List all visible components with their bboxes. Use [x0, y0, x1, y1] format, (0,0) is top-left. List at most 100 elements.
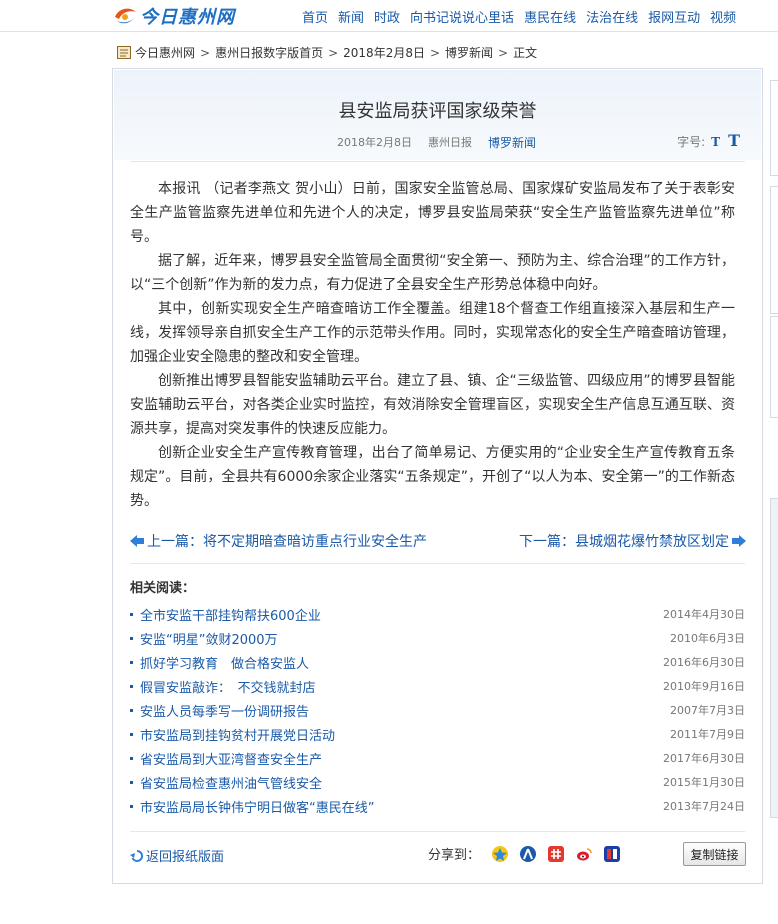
back-label: 返回报纸版面 — [146, 850, 225, 865]
related-date: 2013年7月24日 — [663, 800, 745, 813]
copy-link-button[interactable]: 复制链接 — [683, 842, 746, 866]
article-card: 县安监局获评国家级荣誉 2018年2月8日 惠州日报 博罗新闻 字号: T T … — [112, 68, 763, 884]
list-item: 省安监局到大亚湾督查安全生产 2017年6月30日 — [130, 746, 745, 770]
right-sidebar-edge — [770, 68, 778, 884]
nav-politics[interactable]: 时政 — [374, 7, 400, 26]
list-item: 安监“明星”敛财2000万 2010年6月3日 — [130, 626, 745, 650]
next-article-link[interactable]: 下一篇：县城烟花爆竹禁放区划定 — [519, 531, 746, 551]
related-link[interactable]: 省安监局检查惠州油气管线安全 — [130, 773, 322, 792]
related-date: 2010年6月3日 — [670, 632, 745, 645]
nav-talk-to-secretary[interactable]: 向书记说说心里话 — [410, 7, 514, 26]
nav-huimin-online[interactable]: 惠民在线 — [524, 7, 576, 26]
related-title: 全市安监干部挂钩帮扶600企业 — [140, 608, 321, 624]
list-item: 市安监局局长钟伟宁明日做客“惠民在线” 2013年7月24日 — [130, 794, 745, 818]
main-nav: 首页 新闻 时政 向书记说说心里话 惠民在线 法治在线 报网互动 视频 — [302, 7, 746, 26]
breadcrumb-separator: > — [498, 45, 509, 60]
related-title: 抓好学习教育 做合格安监人 — [140, 656, 310, 672]
related-title: 省安监局到大亚湾督查安全生产 — [140, 752, 323, 768]
article-paragraph: 据了解，近年来，博罗县安全监管局全面贯彻“安全第一、预防为主、综合治理”的工作方… — [130, 253, 735, 293]
sidebar-box — [770, 498, 778, 818]
related-link[interactable]: 省安监局到大亚湾督查安全生产 — [130, 749, 322, 768]
list-item: 假冒安监敲诈： 不交钱就封店 2010年9月16日 — [130, 674, 745, 698]
related-title: 安监“明星”敛财2000万 — [140, 632, 278, 648]
nav-legal-online[interactable]: 法治在线 — [586, 7, 638, 26]
article-paragraph: 其中，创新实现安全生产暗查暗访工作全覆盖。组建18个督查工作组直接深入基层和生产… — [130, 301, 735, 365]
top-bar: 今日惠州网 首页 新闻 时政 向书记说说心里话 惠民在线 法治在线 报网互动 视… — [0, 0, 778, 32]
nav-home[interactable]: 首页 — [302, 7, 328, 26]
article-date: 2018年2月8日 — [337, 136, 412, 149]
breadcrumb-separator: > — [328, 45, 339, 60]
sidebar-box — [770, 316, 778, 418]
related-title: 市安监局到挂钩贫村开展党日活动 — [140, 728, 336, 744]
list-item: 市安监局到挂钩贫村开展党日活动 2011年7月9日 — [130, 722, 745, 746]
font-size-small-button[interactable]: T — [711, 135, 720, 149]
related-date: 2011年7月9日 — [670, 728, 745, 741]
related-date: 2015年1月30日 — [663, 776, 745, 789]
related-link[interactable]: 全市安监干部挂钩帮扶600企业 — [130, 605, 321, 624]
bullet-icon — [130, 636, 133, 640]
back-to-page-link[interactable]: 返回报纸版面 — [130, 846, 224, 865]
pager-divider — [130, 563, 745, 564]
related-title: 市安监局局长钟伟宁明日做客“惠民在线” — [140, 800, 375, 816]
related-list: 全市安监干部挂钩帮扶600企业 2014年4月30日 安监“明星”敛财2000万 2… — [130, 602, 745, 818]
arrow-right-icon — [732, 535, 746, 547]
breadcrumb-date[interactable]: 2018年2月8日 — [343, 44, 425, 61]
breadcrumb-current: 正文 — [513, 46, 538, 60]
breadcrumb-home[interactable]: 今日惠州网 — [135, 44, 195, 61]
related-date: 2010年9月16日 — [663, 680, 745, 693]
bullet-icon — [130, 684, 133, 688]
related-date: 2017年6月30日 — [663, 752, 745, 765]
nav-interaction[interactable]: 报网互动 — [648, 7, 700, 26]
sohu-icon[interactable] — [604, 845, 621, 862]
site-logo[interactable]: 今日惠州网 — [112, 2, 235, 30]
prev-article-link[interactable]: 上一篇：将不定期暗查暗访重点行业安全生产 — [130, 531, 427, 551]
weibo-icon[interactable] — [576, 846, 592, 862]
article-pager: 上一篇：将不定期暗查暗访重点行业安全生产 下一篇：县城烟花爆竹禁放区划定 — [130, 531, 746, 553]
article-body: 本报讯 （记者李燕文 贺小山）日前，国家安全监管总局、国家煤矿安监局发布了关于表… — [130, 177, 735, 513]
font-size-label: 字号: — [677, 135, 706, 149]
breadcrumb-digital-edition[interactable]: 惠州日报数字版首页 — [215, 44, 323, 61]
bullet-icon — [130, 804, 133, 808]
bullet-icon — [130, 732, 133, 736]
bullet-icon — [130, 708, 133, 712]
related-title: 假冒安监敲诈： 不交钱就封店 — [140, 680, 316, 696]
logo-text: 今日惠州网 — [140, 7, 235, 28]
article-meta: 2018年2月8日 惠州日报 博罗新闻 — [337, 134, 536, 151]
article-paragraph: 本报讯 （记者李燕文 贺小山）日前，国家安全监管总局、国家煤矿安监局发布了关于表… — [130, 181, 735, 245]
next-article-label: 下一篇：县城烟花爆竹禁放区划定 — [519, 534, 729, 550]
nav-video[interactable]: 视频 — [710, 7, 736, 26]
font-size-large-button[interactable]: T — [728, 131, 740, 150]
article-source: 惠州日报 — [428, 136, 472, 149]
return-icon — [130, 849, 144, 862]
related-heading: 相关阅读： — [130, 581, 196, 596]
list-item: 全市安监干部挂钩帮扶600企业 2014年4月30日 — [130, 602, 745, 626]
sidebar-box — [770, 80, 778, 176]
nav-news[interactable]: 新闻 — [338, 7, 364, 26]
related-link[interactable]: 抓好学习教育 做合格安监人 — [130, 653, 309, 672]
prev-article-label: 上一篇：将不定期暗查暗访重点行业安全生产 — [147, 534, 427, 550]
related-title: 安监人员每季写一份调研报告 — [140, 704, 310, 720]
arrow-left-icon — [130, 535, 144, 547]
renren-icon[interactable] — [520, 845, 537, 862]
related-link[interactable]: 市安监局局长钟伟宁明日做客“惠民在线” — [130, 797, 374, 816]
related-date: 2007年7月3日 — [670, 704, 745, 717]
article-column-link[interactable]: 博罗新闻 — [488, 134, 536, 151]
article-paragraph: 创新推出博罗县智能安监辅助云平台。建立了县、镇、企“三级监管、四级应用”的博罗县… — [130, 373, 735, 437]
article-footer: 返回报纸版面 分享到： 复制链接 — [130, 842, 746, 868]
article-paragraph: 创新企业安全生产宣传教育管理，出台了简单易记、方便实用的“企业安全生产宣传教育五… — [130, 445, 735, 509]
related-link[interactable]: 市安监局到挂钩贫村开展党日活动 — [130, 725, 335, 744]
related-title: 省安监局检查惠州油气管线安全 — [140, 776, 323, 792]
bullet-icon — [130, 780, 133, 784]
list-item: 省安监局检查惠州油气管线安全 2015年1月30日 — [130, 770, 745, 794]
kaixin-icon[interactable] — [548, 845, 565, 862]
list-item: 安监人员每季写一份调研报告 2007年7月3日 — [130, 698, 745, 722]
related-date: 2014年4月30日 — [663, 608, 745, 621]
related-link[interactable]: 假冒安监敲诈： 不交钱就封店 — [130, 677, 316, 696]
breadcrumb-section[interactable]: 博罗新闻 — [445, 44, 493, 61]
breadcrumb: 今日惠州网 > 惠州日报数字版首页 > 2018年2月8日 > 博罗新闻 > 正… — [117, 44, 537, 61]
related-link[interactable]: 安监“明星”敛财2000万 — [130, 629, 278, 648]
qzone-icon[interactable] — [492, 845, 509, 862]
related-link[interactable]: 安监人员每季写一份调研报告 — [130, 701, 309, 720]
bullet-icon — [130, 756, 133, 760]
bullet-icon — [130, 660, 133, 664]
